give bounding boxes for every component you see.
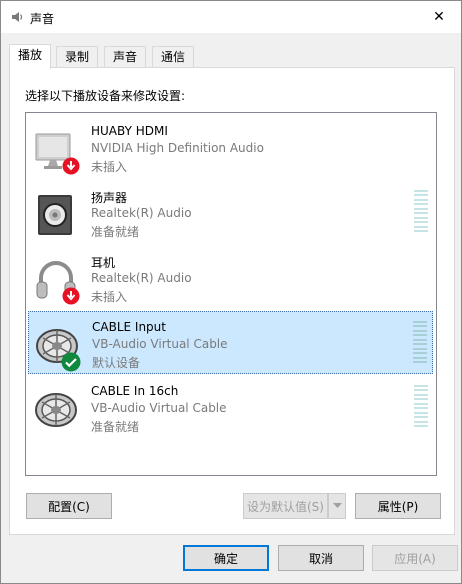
apply-button[interactable]: 应用(A) — [372, 545, 458, 571]
device-name: CABLE In 16ch — [91, 384, 179, 398]
unplugged-badge-icon — [62, 157, 80, 175]
device-item-cable-16ch[interactable]: CABLE In 16ch VB-Audio Virtual Cable 准备就… — [28, 376, 433, 439]
device-item-headphones[interactable]: 耳机 Realtek(R) Audio 未插入 — [28, 246, 433, 309]
close-icon: ✕ — [433, 9, 445, 25]
set-default-button[interactable]: 设为默认值(S) — [243, 493, 328, 519]
device-status: 准备就绪 — [91, 420, 140, 434]
device-status: 准备就绪 — [91, 225, 140, 239]
tab-communications[interactable]: 通信 — [152, 46, 195, 68]
device-item-hdmi[interactable]: HUABY HDMI NVIDIA High Definition Audio … — [28, 116, 433, 179]
device-name: HUABY HDMI — [91, 124, 168, 138]
device-name: 扬声器 — [91, 191, 128, 205]
chevron-down-icon — [332, 503, 342, 508]
unplugged-badge-icon — [62, 287, 80, 305]
tab-sounds[interactable]: 声音 — [104, 46, 147, 68]
set-default-dropdown[interactable] — [328, 493, 346, 519]
device-status: 默认设备 — [92, 356, 141, 370]
tab-recording[interactable]: 录制 — [56, 46, 99, 68]
device-name: 耳机 — [91, 256, 116, 270]
device-status: 未插入 — [91, 160, 128, 174]
volume-meter — [414, 190, 428, 232]
sound-dialog: 声音 ✕ 播放 录制 声音 通信 选择以下播放设备来修改设置: HUABY HD… — [0, 0, 462, 584]
device-driver: VB-Audio Virtual Cable — [91, 401, 227, 415]
device-name: CABLE Input — [92, 320, 166, 334]
device-list[interactable]: HUABY HDMI NVIDIA High Definition Audio … — [25, 112, 437, 476]
tab-playback[interactable]: 播放 — [9, 44, 52, 69]
device-driver: VB-Audio Virtual Cable — [92, 337, 228, 351]
close-button[interactable]: ✕ — [417, 1, 461, 33]
title-bar[interactable]: 声音 ✕ — [1, 1, 461, 33]
window-title: 声音 — [30, 12, 55, 26]
device-driver: Realtek(R) Audio — [91, 206, 192, 220]
cable-icon — [35, 393, 77, 427]
volume-meter — [414, 385, 428, 427]
device-item-speaker[interactable]: 扬声器 Realtek(R) Audio 准备就绪 — [28, 181, 433, 244]
configure-button[interactable]: 配置(C) — [26, 493, 112, 519]
device-driver: Realtek(R) Audio — [91, 271, 192, 285]
speaker-icon — [38, 195, 72, 235]
device-item-cable-input[interactable]: CABLE Input VB-Audio Virtual Cable 默认设备 — [28, 311, 433, 374]
device-driver: NVIDIA High Definition Audio — [91, 141, 264, 155]
ok-button[interactable]: 确定 — [183, 545, 269, 571]
playback-panel: 选择以下播放设备来修改设置: HUABY HDMI NVIDIA High De… — [9, 67, 455, 535]
properties-button[interactable]: 属性(P) — [355, 493, 441, 519]
instruction-text: 选择以下播放设备来修改设置: — [25, 89, 186, 103]
cancel-button[interactable]: 取消 — [278, 545, 364, 571]
speaker-app-icon — [12, 12, 23, 22]
device-status: 未插入 — [91, 290, 128, 304]
default-check-icon — [61, 352, 81, 372]
volume-meter — [413, 321, 427, 363]
